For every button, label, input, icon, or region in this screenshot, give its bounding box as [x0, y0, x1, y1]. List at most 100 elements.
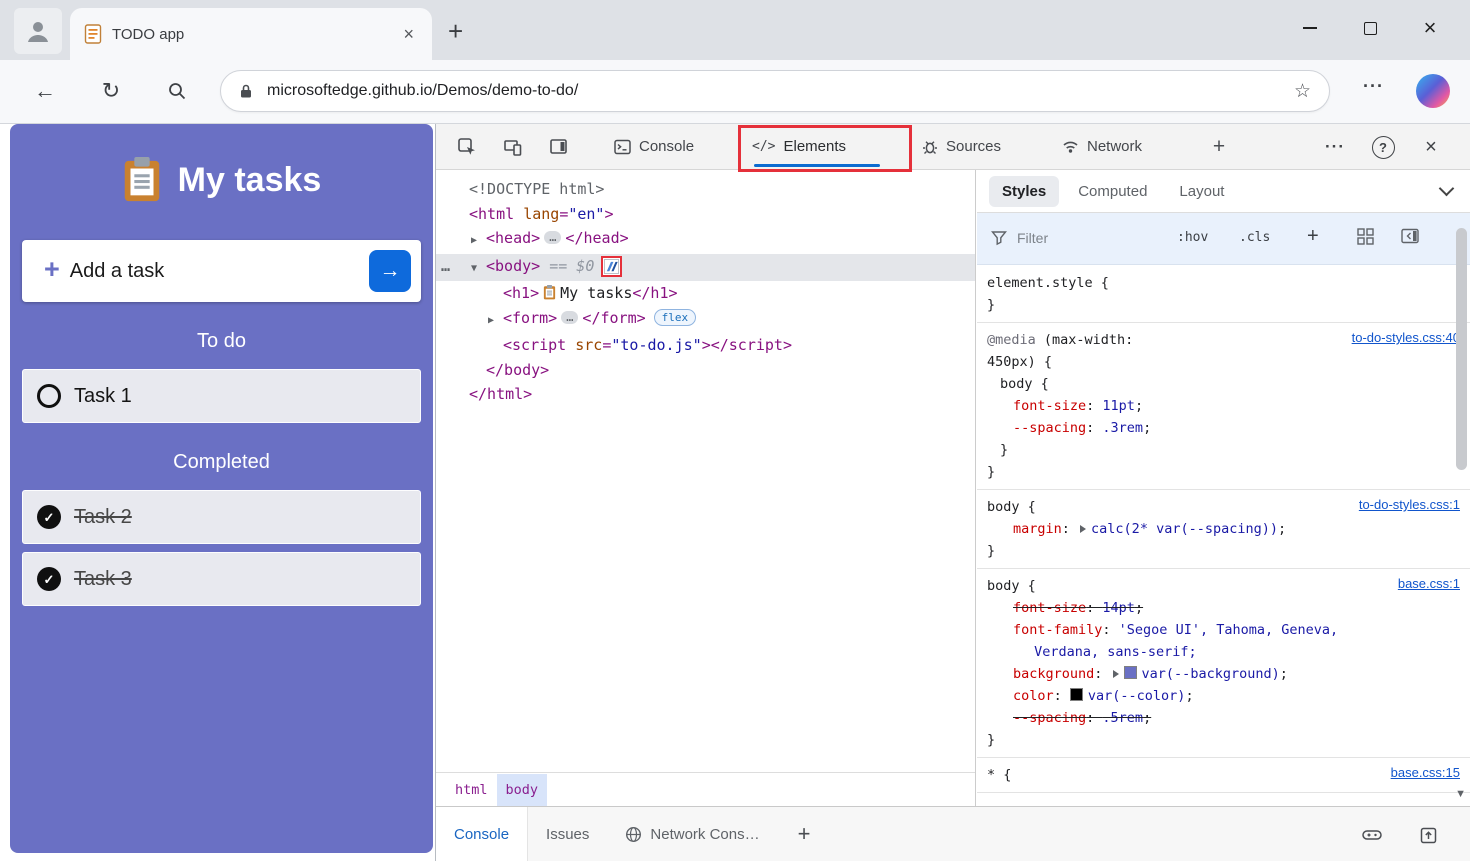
dom-node-line[interactable]: </body> [436, 358, 975, 383]
node-menu-icon[interactable]: … [441, 254, 450, 279]
breadcrumb-body[interactable]: body [497, 774, 548, 806]
tab-sources[interactable]: Sources [912, 124, 1040, 169]
drawer-tab-network-console[interactable]: Network Cons… [607, 807, 777, 861]
css-declaration[interactable]: } [977, 540, 1470, 562]
task-row[interactable]: ✓ Task 3 [22, 552, 421, 606]
expand-triangle-icon[interactable] [1113, 670, 1119, 678]
devtools-help-button[interactable]: ? [1368, 132, 1398, 162]
css-declaration[interactable]: 450px) { [977, 351, 1470, 373]
submit-task-button[interactable]: → [369, 250, 411, 292]
toggle-class-button[interactable]: .cls [1239, 230, 1270, 245]
favorites-star-icon[interactable]: ☆ [1294, 80, 1311, 103]
add-task-placeholder[interactable]: Add a task [70, 260, 369, 283]
task-label: Task 3 [74, 568, 132, 591]
close-window-button[interactable]: × [1400, 4, 1460, 52]
css-declaration[interactable]: font-size: 14pt; [977, 597, 1470, 619]
stylesheet-link[interactable]: to-do-styles.css:40 [1352, 330, 1460, 345]
css-declaration[interactable]: --spacing: .3rem; [977, 417, 1470, 439]
task-label: Task 2 [74, 506, 132, 529]
css-declaration[interactable]: font-size: 11pt; [977, 395, 1470, 417]
new-tab-button[interactable]: + [448, 16, 463, 47]
minimize-button[interactable] [1280, 4, 1340, 52]
address-bar[interactable]: microsoftedge.github.io/Demos/demo-to-do… [220, 70, 1330, 112]
css-declaration[interactable]: body { [977, 373, 1470, 395]
tab-close-icon[interactable]: × [399, 24, 418, 45]
css-declaration[interactable]: } [977, 294, 1470, 316]
tab-console[interactable]: Console [604, 124, 732, 169]
color-swatch-icon[interactable] [1070, 688, 1083, 701]
css-declaration[interactable]: color: var(--color); [977, 685, 1470, 707]
stylesheet-link[interactable]: base.css:1 [1398, 576, 1460, 591]
drawer-more-tools-button[interactable]: + [798, 821, 811, 847]
tab-network[interactable]: Network [1052, 124, 1184, 169]
browser-tab[interactable]: TODO app × [70, 8, 432, 60]
css-declaration[interactable]: } [977, 729, 1470, 751]
computed-grid-button[interactable] [1357, 228, 1374, 245]
css-declaration[interactable]: margin: calc(2* var(--spacing)); [977, 518, 1470, 540]
drawer-tab-console[interactable]: Console [436, 807, 528, 861]
css-declaration[interactable]: Verdana, sans-serif; [977, 641, 1470, 663]
maximize-button[interactable] [1340, 4, 1400, 52]
expand-arrow-icon[interactable]: ▶ [471, 229, 486, 254]
collapsed-content-icon[interactable]: … [561, 311, 578, 324]
toggle-pseudo-state-button[interactable]: :hov [1177, 230, 1208, 245]
expand-triangle-icon[interactable] [1080, 525, 1086, 533]
dock-side-button[interactable] [544, 132, 574, 162]
task-checked-icon[interactable]: ✓ [37, 567, 61, 591]
url-text[interactable]: microsoftedge.github.io/Demos/demo-to-do… [267, 82, 1294, 100]
filter-input[interactable]: Filter [1017, 230, 1048, 246]
css-declaration[interactable]: element.style { [977, 272, 1470, 294]
drawer-tool-button[interactable] [1358, 821, 1386, 849]
stylesheet-link[interactable]: base.css:15 [1391, 765, 1460, 780]
scroll-down-icon[interactable]: ▼ [1455, 788, 1466, 800]
styles-scrollbar[interactable] [1456, 228, 1467, 470]
css-declaration[interactable]: font-family: 'Segoe UI', Tahoma, Geneva, [977, 619, 1470, 641]
tab-layout[interactable]: Layout [1166, 176, 1237, 207]
toggle-sidebar-button[interactable] [1401, 228, 1420, 244]
tab-styles[interactable]: Styles [989, 176, 1059, 207]
collapsed-content-icon[interactable]: … [544, 231, 561, 244]
dom-node-line[interactable]: <!DOCTYPE html> [436, 177, 975, 202]
inspect-element-button[interactable] [452, 132, 482, 162]
device-toolbar-button[interactable] [498, 132, 528, 162]
copilot-icon[interactable] [1416, 74, 1450, 108]
back-button[interactable]: ← [30, 76, 60, 106]
expand-arrow-icon[interactable]: ▶ [488, 309, 503, 334]
css-declaration[interactable]: } [977, 461, 1470, 483]
tab-computed[interactable]: Computed [1065, 176, 1160, 207]
browser-menu-button[interactable]: ··· [1363, 76, 1384, 97]
task-row[interactable]: Task 1 [22, 369, 421, 423]
new-style-rule-button[interactable]: + [1307, 225, 1319, 248]
task-row[interactable]: ✓ Task 2 [22, 490, 421, 544]
dom-node-line[interactable]: <html lang="en"> [436, 202, 975, 227]
dom-node-line[interactable]: </html> [436, 382, 975, 407]
chevron-down-icon[interactable] [1439, 181, 1455, 197]
css-declaration[interactable]: } [977, 439, 1470, 461]
stylesheet-link[interactable]: to-do-styles.css:1 [1359, 497, 1460, 512]
more-tools-button[interactable]: + [1204, 132, 1234, 162]
search-button[interactable] [162, 76, 192, 106]
refresh-button[interactable]: ↻ [96, 76, 126, 106]
tab-elements[interactable]: </> Elements [742, 124, 902, 169]
add-task-input[interactable]: + Add a task → [22, 240, 421, 302]
devtools-close-button[interactable]: × [1416, 132, 1446, 162]
dom-node-line[interactable]: <script src="to-do.js"></script> [436, 333, 975, 358]
profile-avatar[interactable] [14, 8, 62, 54]
expand-arrow-icon[interactable]: ▼ [471, 257, 486, 282]
flex-badge[interactable]: flex [654, 309, 697, 326]
dom-node-line[interactable]: ▶<form>…</form>flex [436, 306, 975, 334]
breadcrumb-html[interactable]: html [446, 774, 497, 806]
element-state-badge-icon[interactable] [604, 259, 619, 274]
css-declaration[interactable]: --spacing: .5rem; [977, 707, 1470, 729]
task-checked-icon[interactable]: ✓ [37, 505, 61, 529]
dom-node-line[interactable]: ▶<head>…</head> [436, 226, 975, 254]
task-unchecked-icon[interactable] [37, 384, 61, 408]
color-swatch-icon[interactable] [1124, 666, 1137, 679]
css-declaration[interactable]: background: var(--background); [977, 663, 1470, 685]
css-declaration[interactable]: body { [977, 575, 1470, 597]
expand-drawer-button[interactable] [1414, 821, 1442, 849]
drawer-tab-issues[interactable]: Issues [528, 807, 607, 861]
dom-node-line[interactable]: <h1>My tasks</h1> [436, 281, 975, 306]
devtools-menu-button[interactable]: ··· [1320, 132, 1350, 162]
dom-node-line[interactable]: …▼<body> == $0 [436, 254, 975, 282]
